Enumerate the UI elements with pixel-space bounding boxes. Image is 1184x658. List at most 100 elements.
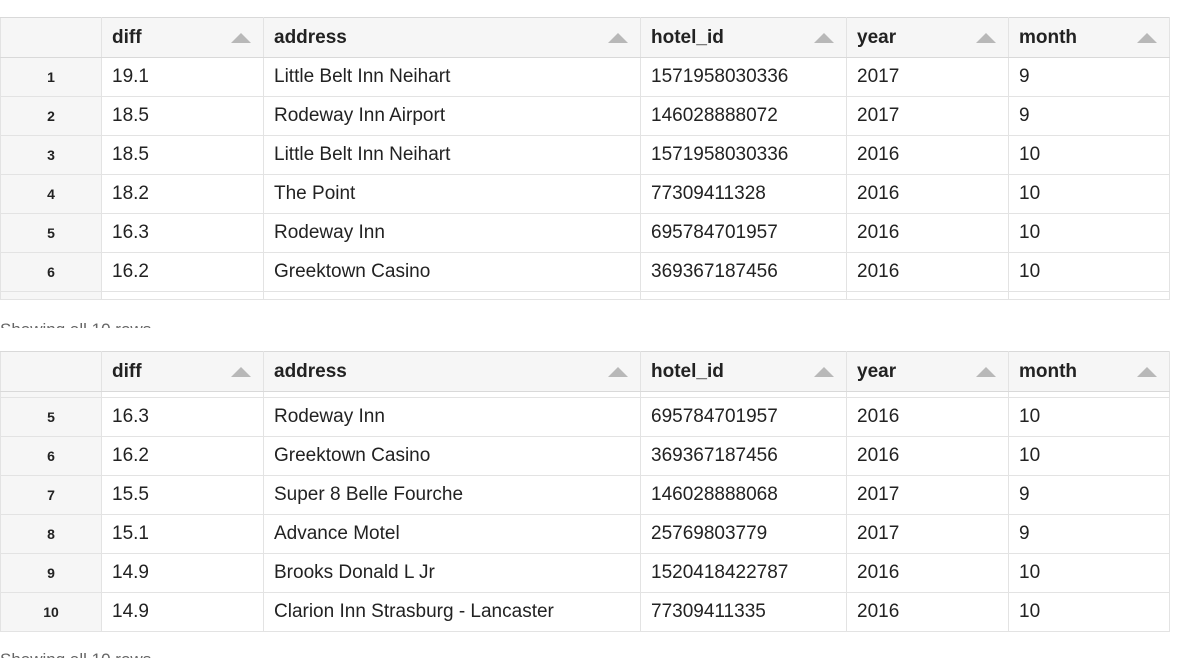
cell-year: 2016 <box>846 174 1009 214</box>
cell-month: 9 <box>1008 475 1170 515</box>
cell-address: Greektown Casino <box>263 436 641 476</box>
table-row[interactable]: 7 15.5 Super 8 Belle Fourche 14602888806… <box>0 475 1170 515</box>
cell-hotel-id: 77309411328 <box>640 174 847 214</box>
row-number: 9 <box>0 553 102 593</box>
row-number: 6 <box>0 436 102 476</box>
table-row[interactable]: 10 14.9 Clarion Inn Strasburg - Lancaste… <box>0 592 1170 632</box>
cell-year: 2017 <box>846 475 1009 515</box>
column-header-year[interactable]: year <box>846 17 1009 58</box>
header-row: diff address hotel_id year month <box>0 351 1170 392</box>
cell-hotel-id: 146028888072 <box>640 96 847 136</box>
cell-year: 2016 <box>846 592 1009 632</box>
row-number: 7 <box>0 475 102 515</box>
table-row[interactable]: 1 19.1 Little Belt Inn Neihart 157195803… <box>0 57 1170 97</box>
cell-hotel-id: 1571958030336 <box>640 135 847 175</box>
sort-ascending-icon[interactable] <box>1137 32 1157 43</box>
table-row[interactable]: 5 16.3 Rodeway Inn 695784701957 2016 10 <box>0 213 1170 253</box>
column-label: diff <box>112 360 142 382</box>
cell-address: Clarion Inn Strasburg - Lancaster <box>263 592 641 632</box>
sort-ascending-icon[interactable] <box>231 32 251 43</box>
table-row[interactable]: 5 16.3 Rodeway Inn 695784701957 2016 10 <box>0 397 1170 437</box>
cell-address: Rodeway Inn <box>263 397 641 437</box>
column-label: address <box>274 26 347 48</box>
sort-ascending-icon[interactable] <box>231 366 251 377</box>
cell-diff: 16.2 <box>101 436 264 476</box>
column-header-year[interactable]: year <box>846 351 1009 392</box>
row-number: 5 <box>0 213 102 253</box>
column-header-address[interactable]: address <box>263 17 641 58</box>
column-header-month[interactable]: month <box>1008 351 1170 392</box>
table-row[interactable]: 3 18.5 Little Belt Inn Neihart 157195803… <box>0 135 1170 175</box>
column-header-hotel-id[interactable]: hotel_id <box>640 17 847 58</box>
sort-ascending-icon[interactable] <box>976 366 996 377</box>
table-row[interactable]: 6 16.2 Greektown Casino 369367187456 201… <box>0 436 1170 476</box>
column-label: month <box>1019 360 1078 382</box>
cell-address: Little Belt Inn Neihart <box>263 135 641 175</box>
cell-year: 2016 <box>846 397 1009 437</box>
results-table-2: diff address hotel_id year month 5 16.3 … <box>0 351 1184 643</box>
sort-ascending-icon[interactable] <box>814 366 834 377</box>
row-number-header <box>0 17 102 58</box>
column-label: address <box>274 360 347 382</box>
sort-ascending-icon[interactable] <box>608 32 628 43</box>
column-header-month[interactable]: month <box>1008 17 1170 58</box>
cell-diff: 18.2 <box>101 174 264 214</box>
row-number: 5 <box>0 397 102 437</box>
cell-hotel-id: 25769803779 <box>640 514 847 554</box>
cell-address: Little Belt Inn Neihart <box>263 57 641 97</box>
cell-month: 10 <box>1008 436 1170 476</box>
cell-hotel-id: 146028888068 <box>640 475 847 515</box>
cell-year: 2016 <box>846 553 1009 593</box>
column-header-diff[interactable]: diff <box>101 17 264 58</box>
row-count-status: Showing all 10 rows <box>0 318 151 328</box>
column-label: year <box>857 26 897 48</box>
cell-address: Super 8 Belle Fourche <box>263 475 641 515</box>
column-label: hotel_id <box>651 26 724 48</box>
cell-diff: 19.1 <box>101 57 264 97</box>
cell-year: 2016 <box>846 135 1009 175</box>
table-row[interactable]: 4 18.2 The Point 77309411328 2016 10 <box>0 174 1170 214</box>
cell-diff: 16.2 <box>101 252 264 292</box>
row-number: 1 <box>0 57 102 97</box>
cell-diff: 15.1 <box>101 514 264 554</box>
cell-month: 9 <box>1008 57 1170 97</box>
cell-month: 10 <box>1008 252 1170 292</box>
sort-ascending-icon[interactable] <box>608 366 628 377</box>
column-label: hotel_id <box>651 360 724 382</box>
cell-address: Brooks Donald L Jr <box>263 553 641 593</box>
cell-month: 10 <box>1008 553 1170 593</box>
column-header-address[interactable]: address <box>263 351 641 392</box>
row-number: 10 <box>0 592 102 632</box>
cell-year: 2016 <box>846 213 1009 253</box>
column-label: diff <box>112 26 142 48</box>
cell-hotel-id: 369367187456 <box>640 252 847 292</box>
column-header-diff[interactable]: diff <box>101 351 264 392</box>
sort-ascending-icon[interactable] <box>814 32 834 43</box>
cell-diff: 15.5 <box>101 475 264 515</box>
sort-ascending-icon[interactable] <box>976 32 996 43</box>
column-label: year <box>857 360 897 382</box>
cell-address: Advance Motel <box>263 514 641 554</box>
cell-month: 9 <box>1008 514 1170 554</box>
sort-ascending-icon[interactable] <box>1137 366 1157 377</box>
cell-diff: 14.9 <box>101 553 264 593</box>
cell-month: 10 <box>1008 213 1170 253</box>
cell-address: Rodeway Inn Airport <box>263 96 641 136</box>
table-row[interactable]: 8 15.1 Advance Motel 25769803779 2017 9 <box>0 514 1170 554</box>
table-row[interactable]: 6 16.2 Greektown Casino 369367187456 201… <box>0 252 1170 292</box>
cell-month: 10 <box>1008 174 1170 214</box>
cell-hotel-id: 369367187456 <box>640 436 847 476</box>
cell-hotel-id: 695784701957 <box>640 397 847 437</box>
cell-address: The Point <box>263 174 641 214</box>
cell-address: Greektown Casino <box>263 252 641 292</box>
cell-month: 10 <box>1008 397 1170 437</box>
cell-hotel-id: 1520418422787 <box>640 553 847 593</box>
cell-month: 10 <box>1008 135 1170 175</box>
cell-diff: 18.5 <box>101 135 264 175</box>
cell-diff: 14.9 <box>101 592 264 632</box>
column-header-hotel-id[interactable]: hotel_id <box>640 351 847 392</box>
table-row[interactable]: 9 14.9 Brooks Donald L Jr 1520418422787 … <box>0 553 1170 593</box>
header-row: diff address hotel_id year month <box>0 17 1170 58</box>
table-row[interactable]: 2 18.5 Rodeway Inn Airport 146028888072 … <box>0 96 1170 136</box>
results-table-1: diff address hotel_id year month 1 19.1 … <box>0 17 1184 309</box>
